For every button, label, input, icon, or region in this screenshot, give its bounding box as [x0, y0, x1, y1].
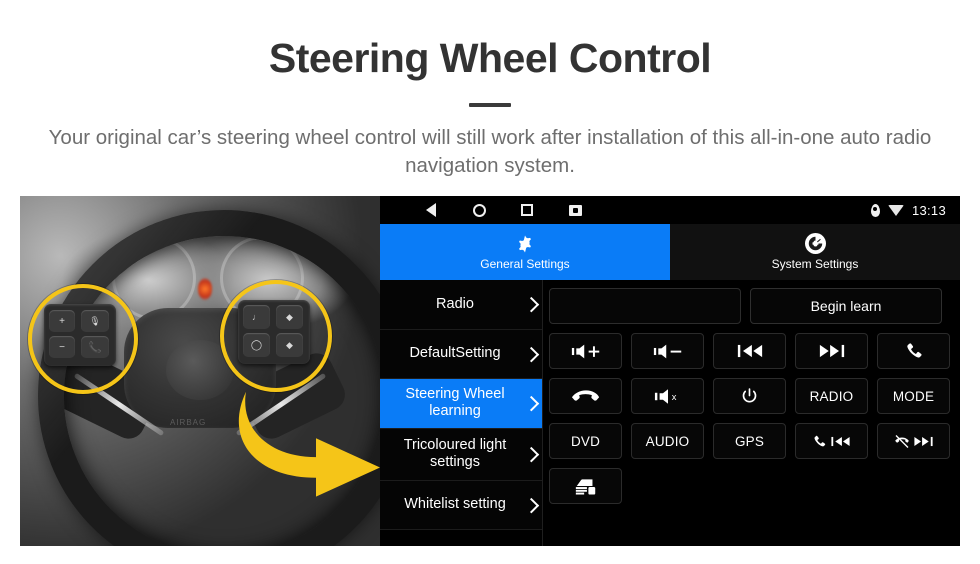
home-circle-icon[interactable] — [472, 203, 486, 217]
screenshot-icon[interactable] — [568, 203, 582, 217]
page-header: Steering Wheel Control Your original car… — [0, 0, 980, 181]
menu-item-defaultsetting-label: DefaultSetting — [409, 345, 501, 362]
svg-text:x: x — [671, 392, 676, 402]
function-button-row: DVD AUDIO GPS — [549, 423, 950, 459]
chevron-right-icon — [523, 497, 540, 514]
settings-menu: Radio DefaultSetting Steering Wheel lear… — [380, 280, 543, 546]
menu-item-steering-wheel-learning-label: Steering Wheel learning — [405, 386, 505, 420]
system-logo-icon — [804, 233, 826, 254]
menu-item-whitelist-setting-label: Whitelist setting — [404, 496, 506, 513]
learn-key-field[interactable] — [549, 288, 741, 324]
navigation-keys — [424, 203, 582, 217]
location-pin-icon — [870, 203, 880, 217]
mode-button[interactable]: MODE — [877, 378, 950, 414]
function-button-row: x RADIO MODE — [549, 378, 950, 414]
learn-row: Begin learn — [549, 288, 950, 324]
answer-call-button[interactable] — [877, 333, 950, 369]
tab-system-settings-label: System Settings — [771, 257, 859, 271]
menu-item-tricoloured-light-settings[interactable]: Tricoloured light settings — [380, 428, 542, 481]
status-clock: 13:13 — [911, 202, 946, 218]
previous-track-button[interactable] — [713, 333, 786, 369]
settings-body: Radio DefaultSetting Steering Wheel lear… — [380, 280, 960, 546]
phone-previous-icon — [812, 434, 851, 449]
highlight-circle-left — [28, 284, 138, 394]
chevron-right-icon — [523, 297, 540, 313]
back-triangle-icon[interactable] — [424, 203, 438, 217]
page-title: Steering Wheel Control — [268, 35, 712, 81]
hang-up-button[interactable] — [549, 378, 622, 414]
page-subtitle: Your original car’s steering wheel contr… — [48, 126, 932, 178]
volume-up-button[interactable] — [549, 333, 622, 369]
menu-item-steering-wheel-learning[interactable]: Steering Wheel learning — [380, 379, 542, 429]
chevron-right-icon — [523, 346, 540, 363]
volume-down-button[interactable] — [631, 333, 704, 369]
begin-learn-button[interactable]: Begin learn — [750, 288, 942, 324]
mute-button[interactable]: x — [631, 378, 704, 414]
hangup-next-icon — [894, 434, 934, 449]
tab-general-settings[interactable]: General Settings — [380, 224, 670, 280]
menu-item-tricoloured-light-settings-label: Tricoloured light settings — [403, 436, 507, 470]
steering-wheel-learning-panel: Begin learn x RADIO MODE DVD AUDIO GPS — [543, 280, 960, 546]
tab-system-settings[interactable]: System Settings — [670, 224, 960, 280]
chevron-right-icon — [523, 396, 540, 412]
menu-item-radio-label: Radio — [436, 295, 474, 312]
wifi-icon — [887, 204, 904, 216]
gps-button[interactable]: GPS — [713, 423, 786, 459]
status-indicators: 13:13 — [870, 202, 946, 218]
radio-button[interactable]: RADIO — [795, 378, 868, 414]
dvd-button[interactable]: DVD — [549, 423, 622, 459]
hangup-next-button[interactable] — [877, 423, 950, 459]
pointer-arrow — [234, 392, 380, 512]
settings-tabs: General Settings System Settings — [380, 224, 960, 280]
menu-item-whitelist-setting[interactable]: Whitelist setting — [380, 480, 542, 530]
power-button[interactable] — [713, 378, 786, 414]
title-divider — [469, 103, 511, 108]
chevron-right-icon — [523, 446, 540, 463]
menu-item-defaultsetting[interactable]: DefaultSetting — [380, 329, 542, 379]
tab-general-settings-label: General Settings — [480, 256, 570, 271]
audio-button[interactable]: AUDIO — [631, 423, 704, 459]
gear-icon — [515, 234, 535, 254]
recents-square-icon[interactable] — [520, 203, 534, 217]
menu-item-radio[interactable]: Radio — [380, 280, 542, 330]
function-button-row — [549, 333, 950, 369]
function-button-row — [549, 468, 950, 504]
vehicle-info-button[interactable] — [549, 468, 622, 504]
content-stage: AIRBAG + − 🎙 📞 ♩ ◯ ◆ ◆ — [20, 196, 960, 546]
highlight-circle-right — [220, 280, 332, 392]
head-unit-screen: 13:13 General Settings System Settings R… — [380, 196, 960, 546]
next-track-button[interactable] — [795, 333, 868, 369]
steering-wheel-photo: AIRBAG + − 🎙 📞 ♩ ◯ ◆ ◆ — [20, 196, 380, 546]
android-status-bar: 13:13 — [380, 196, 960, 224]
call-previous-button[interactable] — [795, 423, 868, 459]
